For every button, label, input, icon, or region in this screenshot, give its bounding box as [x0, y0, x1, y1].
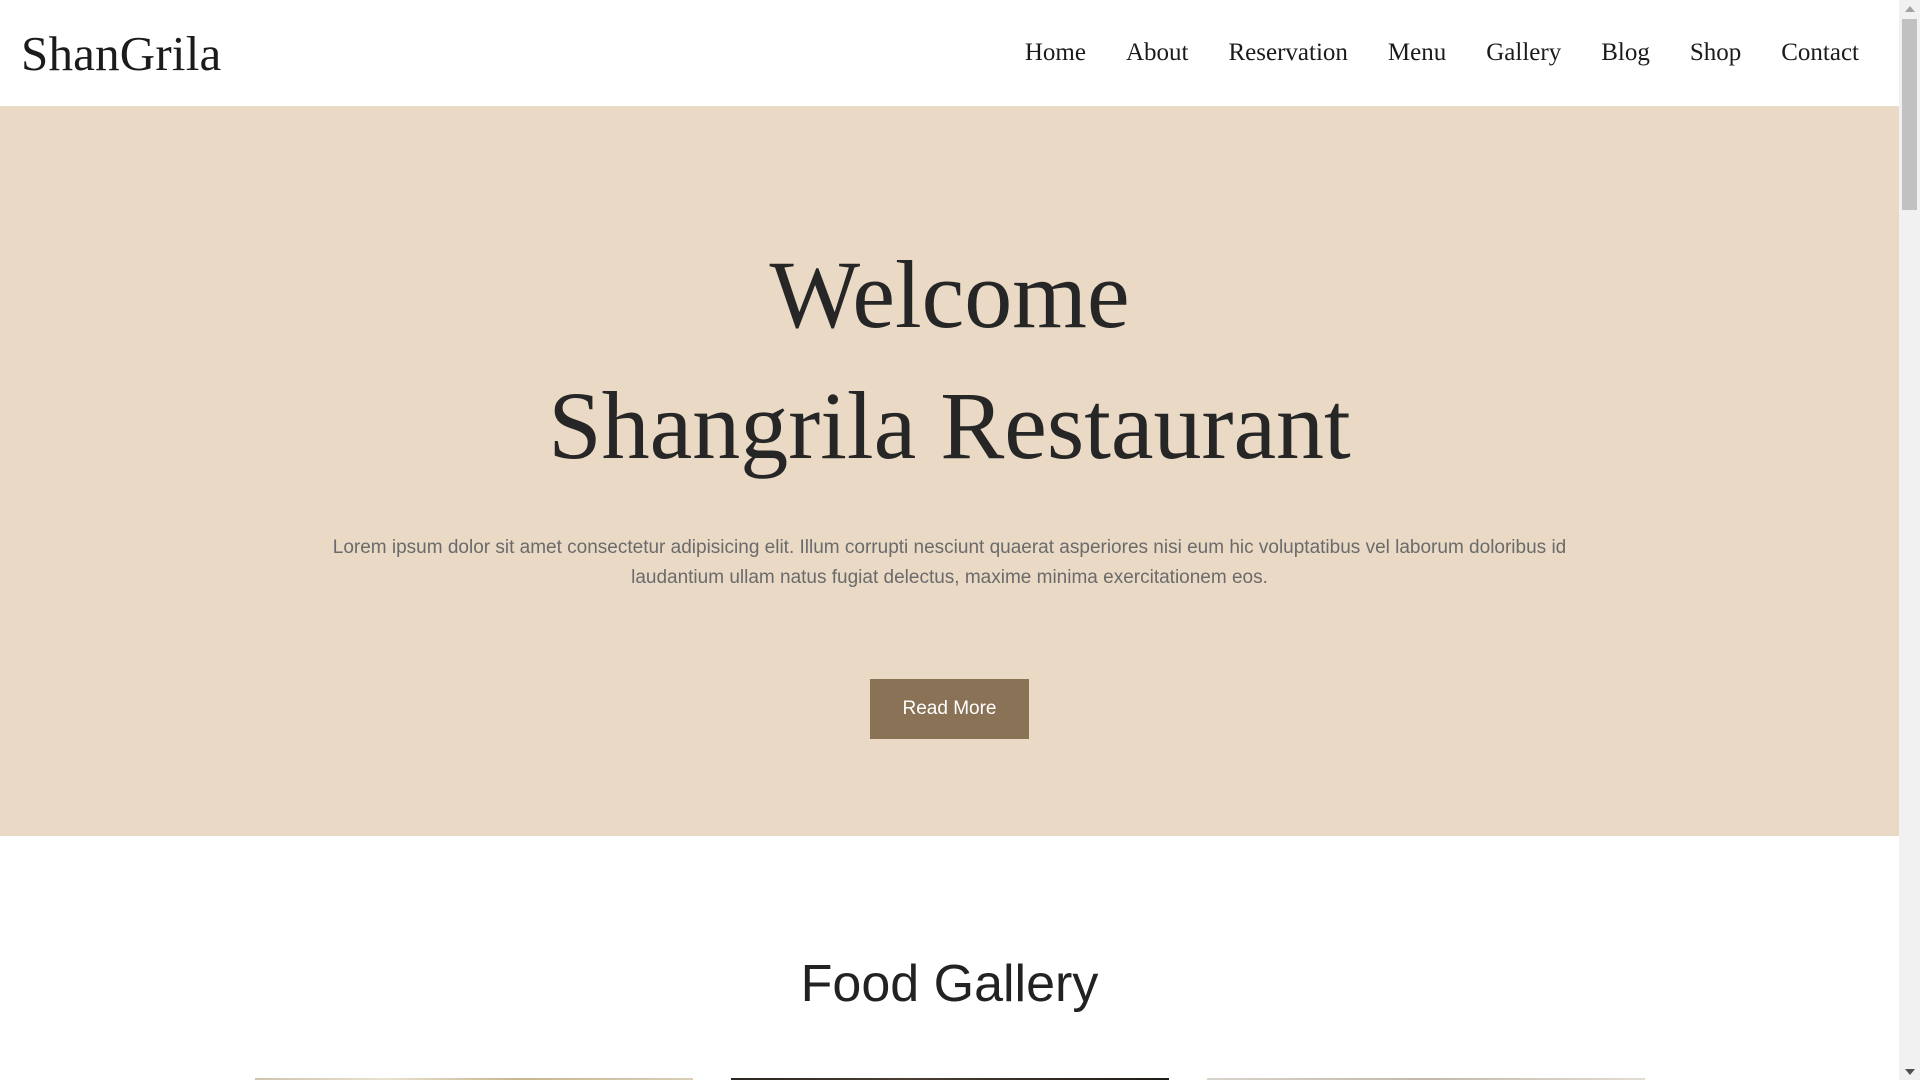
- brand-logo-link[interactable]: ShanGrila: [21, 25, 221, 82]
- hero-title: Welcome Shangrila Restaurant: [0, 229, 1899, 491]
- nav-link-reservation[interactable]: Reservation: [1228, 39, 1347, 66]
- page-content: ShanGrila Home About Reservation Menu Ga…: [0, 0, 1899, 1080]
- scrollbar-thumb[interactable]: [1902, 19, 1917, 210]
- page: ShanGrila Home About Reservation Menu Ga…: [0, 0, 1920, 1080]
- food-gallery-section: Food Gallery: [0, 836, 1899, 1014]
- nav-link-about[interactable]: About: [1126, 39, 1189, 66]
- navbar: ShanGrila Home About Reservation Menu Ga…: [0, 0, 1899, 106]
- vertical-scrollbar[interactable]: [1899, 0, 1920, 1080]
- nav-menu: Home About Reservation Menu Gallery Blog…: [985, 39, 1859, 67]
- nav-link-contact[interactable]: Contact: [1781, 39, 1859, 66]
- nav-item-home: Home: [1025, 39, 1086, 67]
- nav-item-gallery: Gallery: [1486, 39, 1561, 67]
- scroll-up-arrow-icon[interactable]: [1899, 0, 1920, 17]
- read-more-button[interactable]: Read More: [870, 679, 1029, 739]
- nav-link-home[interactable]: Home: [1025, 39, 1086, 66]
- nav-link-shop[interactable]: Shop: [1690, 39, 1741, 66]
- gallery-title: Food Gallery: [800, 955, 1099, 1013]
- scroll-down-arrow-icon[interactable]: [1899, 1063, 1920, 1080]
- hero-section: Welcome Shangrila Restaurant Lorem ipsum…: [0, 106, 1899, 836]
- nav-item-reservation: Reservation: [1228, 39, 1347, 67]
- nav-item-blog: Blog: [1601, 39, 1650, 67]
- nav-link-gallery[interactable]: Gallery: [1486, 39, 1561, 66]
- hero-title-line-1: Welcome: [769, 241, 1130, 348]
- nav-item-contact: Contact: [1781, 39, 1859, 67]
- hero-title-line-2: Shangrila Restaurant: [548, 372, 1351, 479]
- nav-item-menu: Menu: [1388, 39, 1446, 67]
- nav-item-shop: Shop: [1690, 39, 1741, 67]
- hero-description: Lorem ipsum dolor sit amet consectetur a…: [332, 537, 1567, 588]
- nav-link-menu[interactable]: Menu: [1388, 39, 1446, 66]
- nav-link-blog[interactable]: Blog: [1601, 39, 1650, 66]
- nav-item-about: About: [1126, 39, 1189, 67]
